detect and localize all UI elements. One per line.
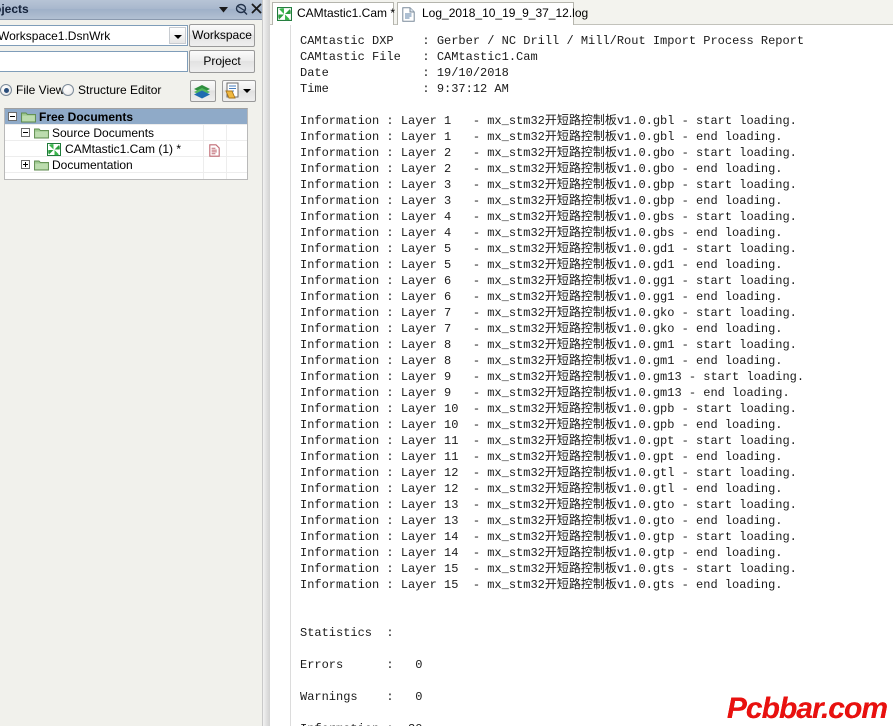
layers-stack-button[interactable] [190,80,216,102]
radio-unselected-icon [62,84,74,96]
dropdown-menu-icon[interactable] [216,2,231,17]
log-line: Information : Layer 14 - mx_stm32开短路控制板v… [300,530,797,544]
radio-file-view-label: File View [16,83,65,97]
tree-item-label: Documentation [52,158,133,172]
log-line: Information : Layer 2 - mx_stm32开短路控制板v1… [300,162,783,176]
log-content: CAMtastic DXP : Gerber / NC Drill / Mill… [300,33,804,726]
expander-collapse-icon[interactable] [8,112,17,121]
projects-panel-titlebar: ojects [0,0,262,20]
workspace-row: Workspace1.DsnWrk Workspace [0,24,262,47]
log-line: Information : Layer 8 - mx_stm32开短路控制板v1… [300,338,797,352]
log-line: Information : Layer 13 - mx_stm32开短路控制板v… [300,498,797,512]
workspace-combo-value: Workspace1.DsnWrk [0,29,111,43]
folder-icon [21,111,36,123]
log-line: Information : Layer 4 - mx_stm32开短路控制板v1… [300,226,783,240]
log-line: Information : Layer 7 - mx_stm32开短路控制板v1… [300,306,797,320]
tree-item-source-documents[interactable]: Source Documents [5,125,247,141]
documents-tree[interactable]: Free Documents Source Documents CAMtasti… [4,108,248,180]
open-document-button[interactable] [222,80,256,102]
workspace-combo[interactable]: Workspace1.DsnWrk [0,25,188,46]
log-line: Time : 9:37:12 AM [300,82,509,96]
log-line: Information : Layer 11 - mx_stm32开短路控制板v… [300,434,797,448]
pin-icon[interactable] [234,2,249,17]
log-line: Information : Layer 14 - mx_stm32开短路控制板v… [300,546,783,560]
chevron-down-icon[interactable] [243,89,251,93]
log-line: Information : Layer 15 - mx_stm32开短路控制板v… [300,578,783,592]
expander-expand-icon[interactable] [21,160,30,169]
expander-collapse-icon[interactable] [21,128,30,137]
project-combo[interactable] [0,51,188,72]
log-line: Information : Layer 8 - mx_stm32开短路控制板v1… [300,354,783,368]
log-viewer[interactable]: CAMtastic DXP : Gerber / NC Drill / Mill… [270,25,893,726]
tab-label: CAMtastic1.Cam * [297,6,396,20]
application-window: ojects Workspace1 [0,0,893,726]
radio-structure-editor-label: Structure Editor [78,83,162,97]
camtastic-icon [277,7,292,22]
tab-log-file[interactable]: Log_2018_10_19_9_37_12.log [397,2,588,25]
log-line: Information : Layer 1 - mx_stm32开短路控制板v1… [300,130,783,144]
document-tab-bar: CAMtastic1.Cam * Log_2018_10_19_9_37_12.… [270,0,893,25]
tab-camtastic-cam[interactable]: CAMtastic1.Cam * [272,2,396,25]
camtastic-icon [47,143,61,156]
log-line: Information : Layer 10 - mx_stm32开短路控制板v… [300,418,783,432]
log-line: Information : Layer 6 - mx_stm32开短路控制板v1… [300,290,783,304]
projects-panel: ojects Workspace1 [0,0,262,726]
project-row: Project [0,50,262,73]
tree-item-camtastic-cam[interactable]: CAMtastic1.Cam (1) * [5,141,247,157]
log-line: Errors : 0 [300,658,423,672]
log-line: Information : Layer 3 - mx_stm32开短路控制板v1… [300,194,783,208]
log-line: Information : Layer 1 - mx_stm32开短路控制板v1… [300,114,797,128]
log-line: Information : Layer 13 - mx_stm32开短路控制板v… [300,514,783,528]
tab-label: Log_2018_10_19_9_37_12.log [422,6,589,20]
layers-stack-icon [194,85,210,99]
document-status-icon [209,144,220,157]
log-line: Information : Layer 4 - mx_stm32开短路控制板v1… [300,210,797,224]
radio-selected-icon [0,84,12,96]
log-line: Information : Layer 12 - mx_stm32开短路控制板v… [300,482,783,496]
log-line: Information : Layer 7 - mx_stm32开短路控制板v1… [300,322,783,336]
folder-icon [34,127,49,139]
log-line: Statistics : [300,626,394,640]
watermark: Pcbbar.com [726,692,888,725]
document-area: CAMtastic1.Cam * Log_2018_10_19_9_37_12.… [270,0,893,726]
log-line: Information : Layer 11 - mx_stm32开短路控制板v… [300,450,783,464]
log-line: Information : Layer 5 - mx_stm32开短路控制板v1… [300,258,783,272]
log-line: Information : Layer 5 - mx_stm32开短路控制板v1… [300,242,797,256]
tree-item-label: Free Documents [39,110,134,124]
log-line: Information : Layer 6 - mx_stm32开短路控制板v1… [300,274,797,288]
log-line: Date : 19/10/2018 [300,66,509,80]
chevron-down-icon[interactable] [169,27,186,44]
log-file-icon [402,7,417,22]
tree-item-free-documents[interactable]: Free Documents [5,109,247,125]
log-gutter-divider [290,25,291,726]
log-line: CAMtastic File : CAMtastic1.Cam [300,50,538,64]
log-line: Information : Layer 9 - mx_stm32开短路控制板v1… [300,370,805,384]
open-document-icon [225,82,239,99]
log-line: Information : Layer 3 - mx_stm32开短路控制板v1… [300,178,797,192]
radio-file-view[interactable]: File View [0,83,64,97]
tree-item-documentation[interactable]: Documentation [5,157,247,173]
log-line: CAMtastic DXP : Gerber / NC Drill / Mill… [300,34,805,48]
tree-item-label: CAMtastic1.Cam (1) * [65,142,182,156]
projects-panel-title: ojects [0,2,29,16]
log-line: Information : Layer 15 - mx_stm32开短路控制板v… [300,562,797,576]
project-button[interactable]: Project [189,50,255,73]
tree-item-label: Source Documents [52,126,155,140]
workspace-button[interactable]: Workspace [189,24,255,47]
panel-splitter[interactable] [262,0,270,726]
radio-structure-editor[interactable]: Structure Editor [62,83,161,97]
folder-icon [34,159,49,171]
log-line: Information : Layer 2 - mx_stm32开短路控制板v1… [300,146,797,160]
log-line: Information : Layer 10 - mx_stm32开短路控制板v… [300,402,797,416]
log-line: Information : Layer 12 - mx_stm32开短路控制板v… [300,466,797,480]
log-line: Information : Layer 9 - mx_stm32开短路控制板v1… [300,386,790,400]
